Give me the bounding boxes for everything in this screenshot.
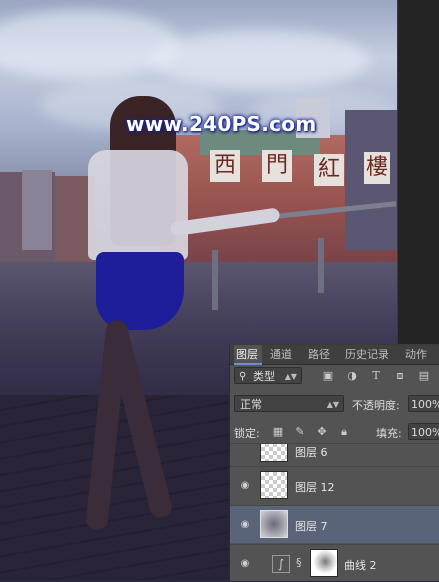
curves-adjustment-icon: ∫ (272, 555, 290, 573)
search-icon: ⚲ (239, 371, 247, 382)
tab-actions[interactable]: 动作 (405, 345, 427, 364)
visibility-eye-icon[interactable]: ◉ (238, 559, 252, 569)
layer-name: 图层 6 (295, 446, 328, 459)
layer-thumbnail (260, 471, 288, 499)
smart-object-filter-icon[interactable]: ▤ (418, 370, 430, 382)
layer-row[interactable]: ◉ ∫ § 曲线 2 (230, 544, 439, 582)
cloud (0, 10, 180, 80)
layer-name: 图层 7 (295, 520, 328, 533)
opacity-input[interactable]: 100% (408, 395, 439, 412)
tab-channels[interactable]: 通道 (270, 345, 292, 364)
lock-transparent-pixels-icon[interactable]: ▦ (272, 426, 284, 438)
shape-filter-icon[interactable]: ⧈ (394, 370, 406, 382)
layers-panel: 图层 通道 路径 历史记录 动作 ⚲ 类型 ▲▼ ▣ ◑ T ⧈ ▤ 正常 ▲▼… (229, 344, 439, 581)
fill-value: 100% (411, 426, 439, 439)
blend-mode-select[interactable]: 正常 ▲▼ (234, 395, 344, 412)
link-chain-icon[interactable]: § (296, 556, 302, 569)
chevron-updown-icon: ▲▼ (326, 400, 339, 409)
fill-label: 填充: (376, 427, 402, 440)
lock-all-icon[interactable]: 🔒︎ (338, 426, 350, 438)
sign-character: 西 (210, 150, 240, 182)
opacity-label: 不透明度: (352, 399, 400, 412)
layer-name: 图层 12 (295, 481, 335, 494)
layer-name: 曲线 2 (344, 559, 377, 572)
sign-character: 紅 (314, 154, 344, 186)
visibility-eye-icon[interactable]: ◉ (238, 481, 252, 491)
tab-layers[interactable]: 图层 (234, 345, 262, 365)
panel-tab-bar: 图层 通道 路径 历史记录 动作 (230, 345, 439, 365)
layer-row[interactable]: 图层 6 (230, 443, 439, 465)
sign-character: 樓 (364, 152, 390, 184)
layer-filter-select[interactable]: ⚲ 类型 ▲▼ (234, 367, 302, 384)
railing-post (318, 238, 324, 293)
visibility-eye-icon[interactable]: ◉ (238, 520, 252, 530)
chevron-updown-icon: ▲▼ (284, 372, 297, 381)
image-filter-icon[interactable]: ▣ (322, 370, 334, 382)
lock-label: 锁定: (234, 427, 260, 440)
building-left-tower (22, 170, 52, 250)
lock-image-pixels-icon[interactable]: ✎ (294, 426, 306, 438)
layer-mask-thumbnail[interactable] (310, 549, 338, 577)
sign-character: 門 (262, 150, 292, 182)
type-filter-icon[interactable]: T (370, 370, 382, 382)
woman-skirt (96, 252, 184, 330)
railing-post (212, 250, 218, 310)
cloud (150, 30, 370, 90)
layer-thumbnail (260, 510, 288, 538)
blend-mode-value: 正常 (240, 398, 262, 411)
woman-jacket (88, 150, 188, 260)
fill-input[interactable]: 100% (408, 423, 439, 440)
opacity-value: 100% (411, 398, 439, 411)
lock-position-icon[interactable]: ✥ (316, 426, 328, 438)
adjustment-filter-icon[interactable]: ◑ (346, 370, 358, 382)
watermark: www.240PS.com (126, 112, 317, 136)
filter-kind-label: 类型 (253, 370, 275, 383)
tab-history[interactable]: 历史记录 (345, 345, 389, 364)
layer-row-selected[interactable]: ◉ 图层 7 (230, 505, 439, 543)
layer-thumbnail (260, 444, 288, 462)
layer-row[interactable]: ◉ 图层 12 (230, 466, 439, 504)
tab-paths[interactable]: 路径 (308, 345, 330, 364)
